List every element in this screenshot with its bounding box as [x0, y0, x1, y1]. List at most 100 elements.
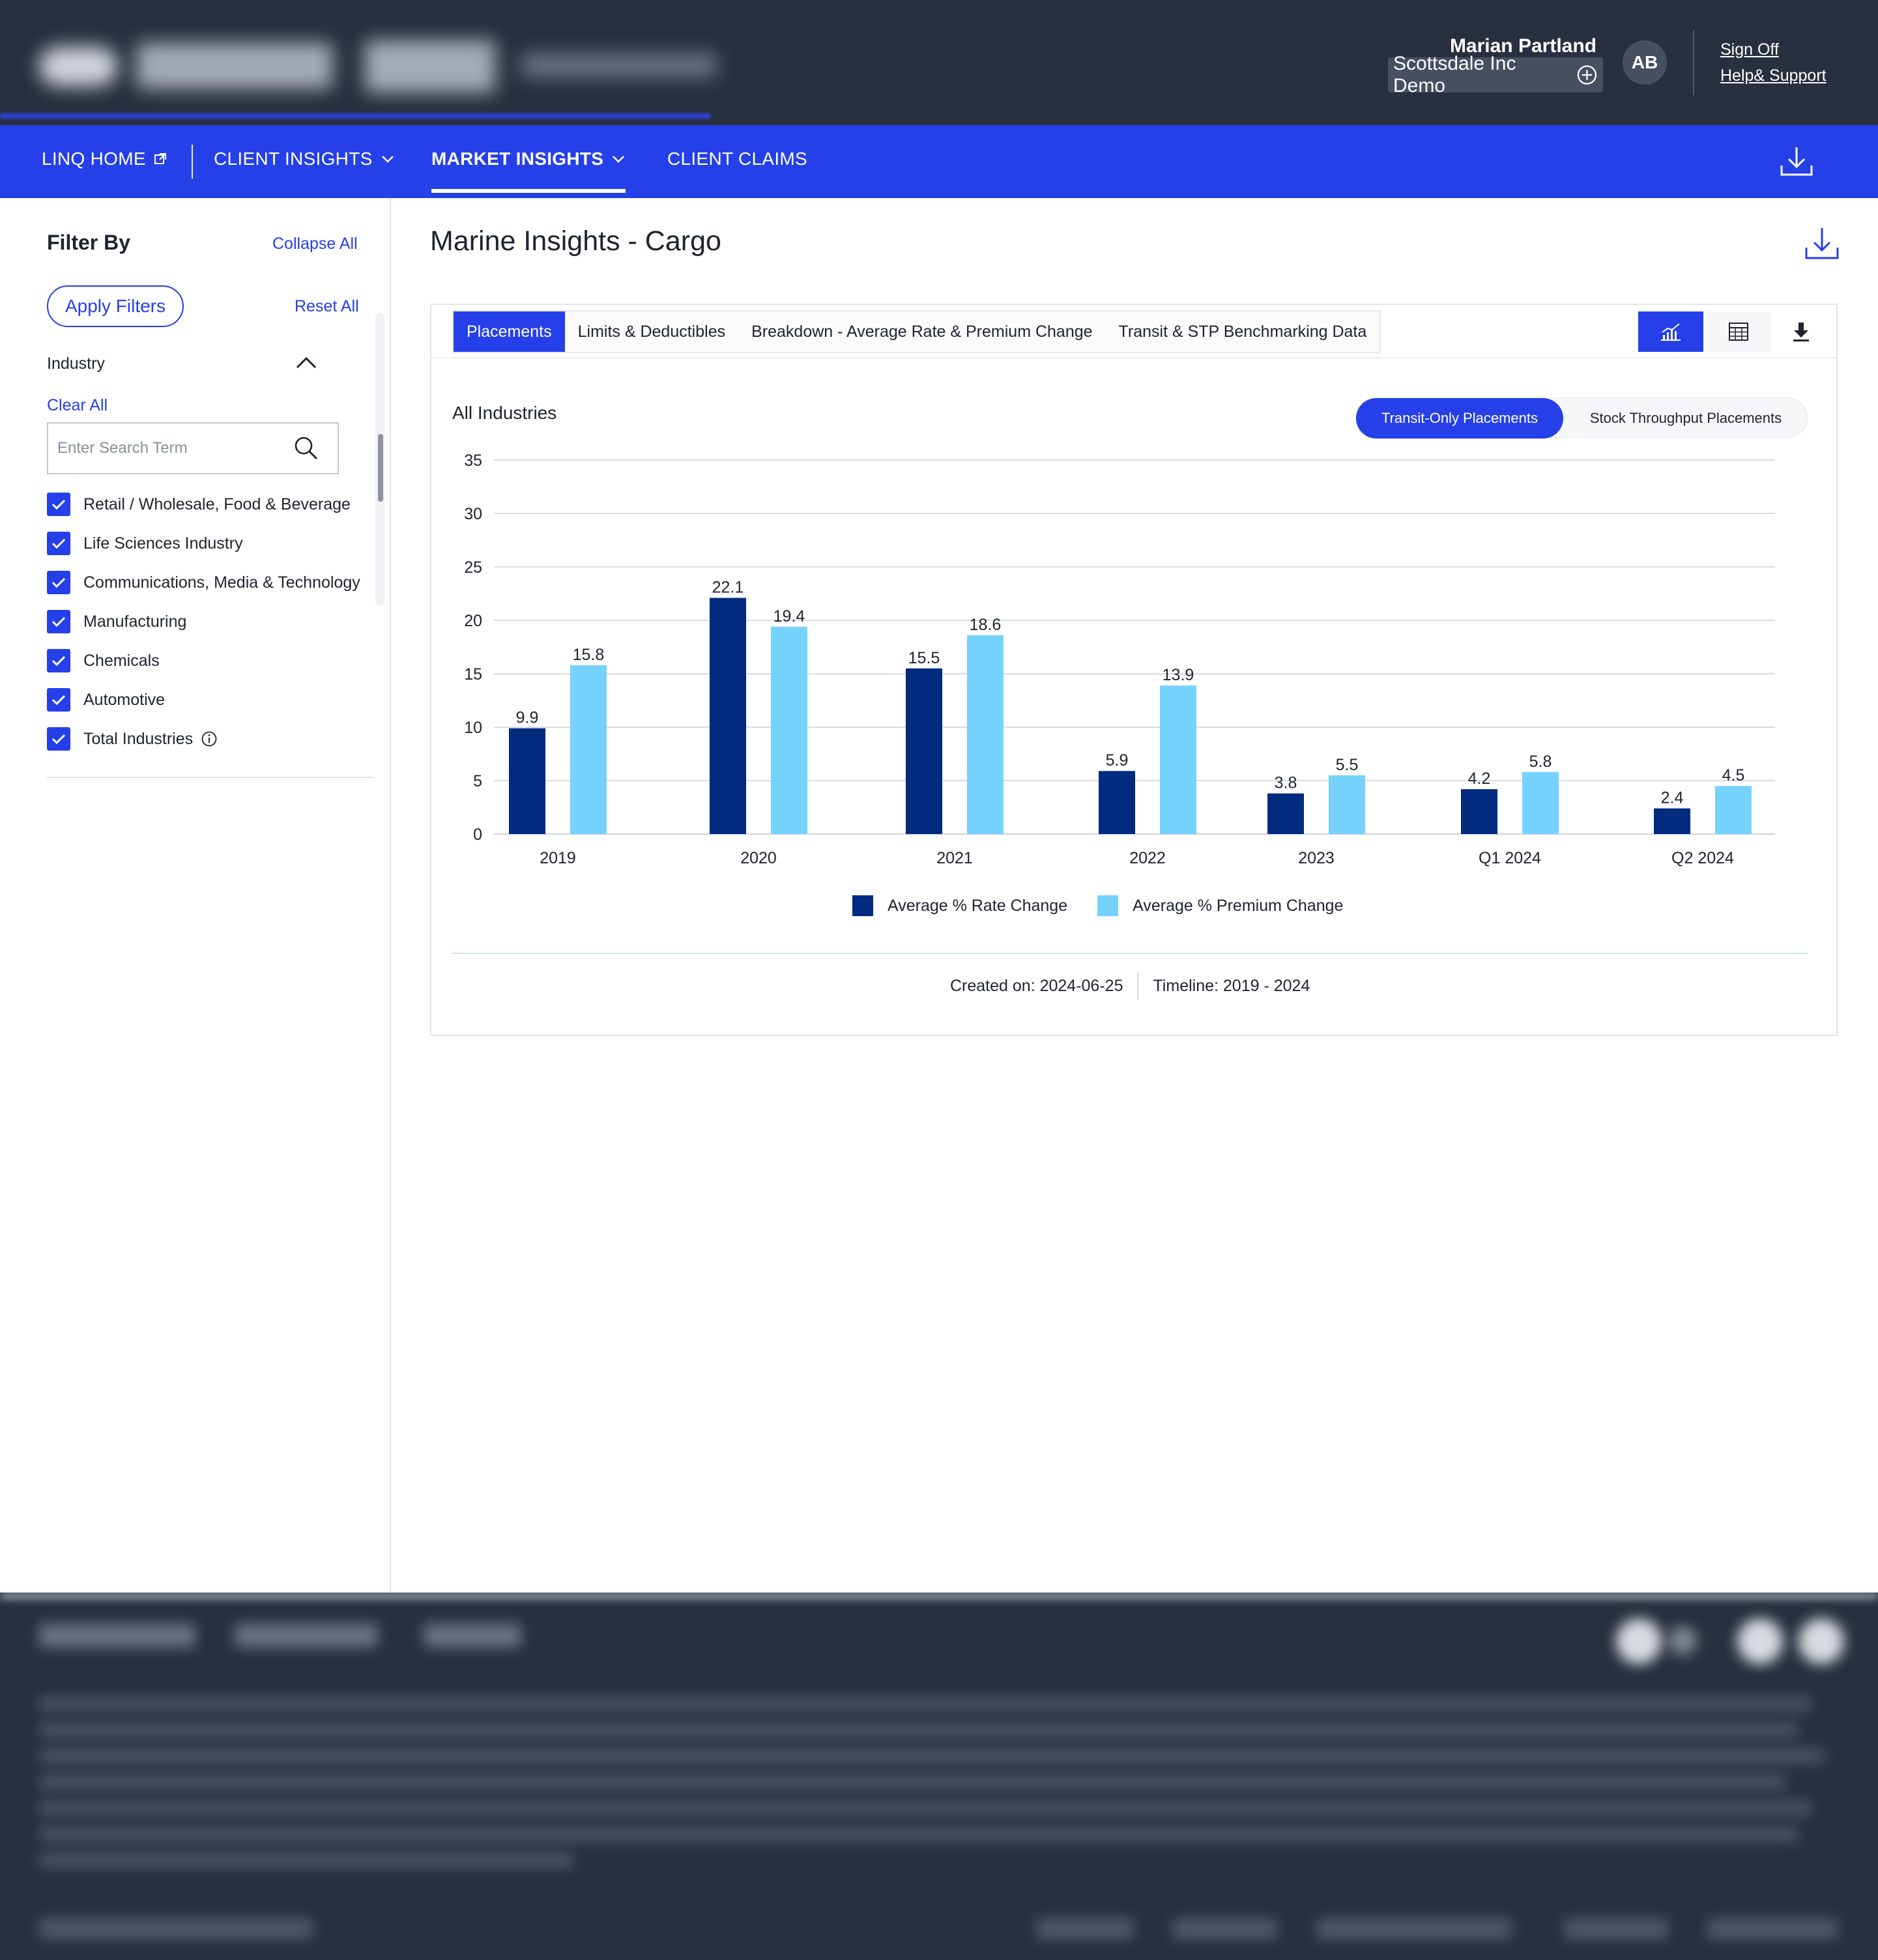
bar[interactable]: [1715, 786, 1752, 834]
page-footer: [0, 1592, 1878, 1960]
nav-client-claims[interactable]: CLIENT CLAIMS: [667, 149, 807, 169]
search-input[interactable]: [57, 435, 279, 461]
help-support-link[interactable]: Help& Support: [1720, 66, 1827, 85]
nav-market-insights[interactable]: MARKET INSIGHTS: [431, 149, 626, 169]
industry-label: Total Industries: [83, 729, 194, 748]
checkbox-checked[interactable]: [47, 727, 70, 751]
industry-option[interactable]: Communications, Media & Technology: [47, 571, 360, 594]
table-view-icon: [1729, 323, 1748, 341]
chart-legend: Average % Rate Change Average % Premium …: [852, 895, 1373, 916]
industry-option[interactable]: Automotive: [47, 688, 165, 712]
bar[interactable]: [1461, 789, 1497, 834]
apply-filters-button[interactable]: Apply Filters: [47, 285, 184, 327]
nav-linq-home[interactable]: LINQ HOME: [42, 149, 167, 169]
filter-title: Filter By: [47, 231, 131, 254]
stock-throughput-toggle[interactable]: Stock Throughput Placements: [1563, 398, 1808, 439]
table-view-button[interactable]: [1706, 311, 1771, 352]
bar[interactable]: [1267, 793, 1304, 834]
x-tick-label: 2020: [740, 849, 777, 867]
bar[interactable]: [570, 665, 607, 834]
sidebar-scrollbar-thumb[interactable]: [378, 434, 383, 502]
industry-label: Life Sciences Industry: [83, 534, 243, 553]
bar[interactable]: [710, 598, 746, 834]
add-circle-icon[interactable]: [1576, 64, 1598, 86]
bar[interactable]: [1329, 775, 1365, 834]
chevron-up-icon[interactable]: [293, 352, 319, 371]
legend-item[interactable]: Average % Premium Change: [1097, 895, 1343, 916]
chart-download-button[interactable]: [1774, 311, 1828, 352]
download-icon[interactable]: [1804, 225, 1840, 262]
industry-label: Retail / Wholesale, Food & Beverage: [83, 495, 351, 513]
download-icon[interactable]: [1779, 143, 1814, 179]
industry-section-label: Industry: [47, 354, 105, 373]
checkbox-checked[interactable]: [47, 610, 70, 633]
y-tick-label: 5: [473, 772, 482, 790]
industry-label: Communications, Media & Technology: [83, 573, 360, 592]
sign-off-link[interactable]: Sign Off: [1720, 40, 1779, 59]
checkbox-checked[interactable]: [47, 571, 70, 594]
nav-separator: [192, 145, 193, 179]
insights-card: Placements Limits & Deductibles Breakdow…: [430, 304, 1838, 1036]
created-on: Created on: 2024-06-25: [950, 976, 1123, 995]
bar[interactable]: [509, 728, 545, 834]
data-label: 18.6: [970, 616, 1002, 634]
industry-search: [47, 422, 339, 474]
y-tick-label: 15: [464, 665, 482, 684]
header-accent-rule: [0, 113, 710, 119]
search-icon[interactable]: [292, 434, 321, 463]
client-selector[interactable]: Scottsdale Inc Demo: [1388, 53, 1603, 96]
industry-label: Chemicals: [83, 651, 160, 670]
tab-transit-stp[interactable]: Transit & STP Benchmarking Data: [1106, 311, 1380, 352]
x-tick-label: 2023: [1298, 849, 1335, 867]
checkbox-checked[interactable]: [47, 532, 70, 555]
transit-only-toggle[interactable]: Transit-Only Placements: [1356, 398, 1563, 439]
checkbox-checked[interactable]: [47, 493, 70, 516]
legend-label: Average % Premium Change: [1133, 896, 1344, 915]
x-tick-label: Q2 2024: [1671, 849, 1734, 867]
tab-breakdown[interactable]: Breakdown - Average Rate & Premium Chang…: [738, 311, 1105, 352]
bar[interactable]: [1522, 771, 1559, 834]
check-icon: [51, 499, 66, 510]
nav-label: CLIENT INSIGHTS: [214, 149, 373, 169]
nav-client-insights[interactable]: CLIENT INSIGHTS: [214, 149, 395, 169]
data-label: 5.5: [1336, 756, 1359, 774]
chart-view-button[interactable]: [1638, 311, 1703, 352]
clear-all-link[interactable]: Clear All: [47, 396, 108, 415]
industry-option[interactable]: Chemicals: [47, 649, 160, 672]
industry-option[interactable]: Manufacturing: [47, 610, 186, 633]
legend-swatch: [852, 895, 873, 916]
checkbox-checked[interactable]: [47, 649, 70, 672]
card-divider: [431, 357, 1836, 358]
legend-item[interactable]: Average % Rate Change: [852, 895, 1067, 916]
industry-option[interactable]: Life Sciences Industry: [47, 532, 243, 555]
bar[interactable]: [906, 668, 942, 834]
tab-limits-deductibles[interactable]: Limits & Deductibles: [565, 311, 738, 352]
collapse-all-link[interactable]: Collapse All: [272, 235, 358, 253]
info-icon[interactable]: [201, 730, 218, 747]
company-logo: [39, 34, 717, 96]
bar[interactable]: [1099, 771, 1135, 834]
chevron-down-icon: [613, 156, 625, 163]
timeline: Timeline: 2019 - 2024: [1153, 976, 1310, 995]
industry-option[interactable]: Retail / Wholesale, Food & Beverage: [47, 493, 351, 516]
bar[interactable]: [1160, 685, 1196, 834]
data-label: 15.5: [908, 649, 940, 667]
chart-footer-divider: [452, 953, 1808, 954]
sidebar-divider: [47, 777, 373, 778]
check-icon: [51, 656, 66, 667]
industry-label: Automotive: [83, 690, 166, 709]
bar[interactable]: [1654, 808, 1690, 834]
data-label: 13.9: [1163, 666, 1194, 684]
nav-label: CLIENT CLAIMS: [667, 149, 807, 169]
industry-option[interactable]: Total Industries: [47, 727, 218, 751]
bar[interactable]: [771, 626, 807, 834]
external-link-icon: [154, 153, 166, 164]
bar[interactable]: [967, 635, 1004, 834]
data-label: 15.8: [573, 646, 605, 664]
checkbox-checked[interactable]: [47, 688, 70, 712]
avatar[interactable]: AB: [1623, 40, 1667, 85]
reset-all-link[interactable]: Reset All: [295, 297, 359, 316]
data-label: 5.9: [1106, 751, 1129, 770]
x-tick-label: 2021: [936, 849, 973, 867]
tab-placements[interactable]: Placements: [454, 311, 565, 352]
